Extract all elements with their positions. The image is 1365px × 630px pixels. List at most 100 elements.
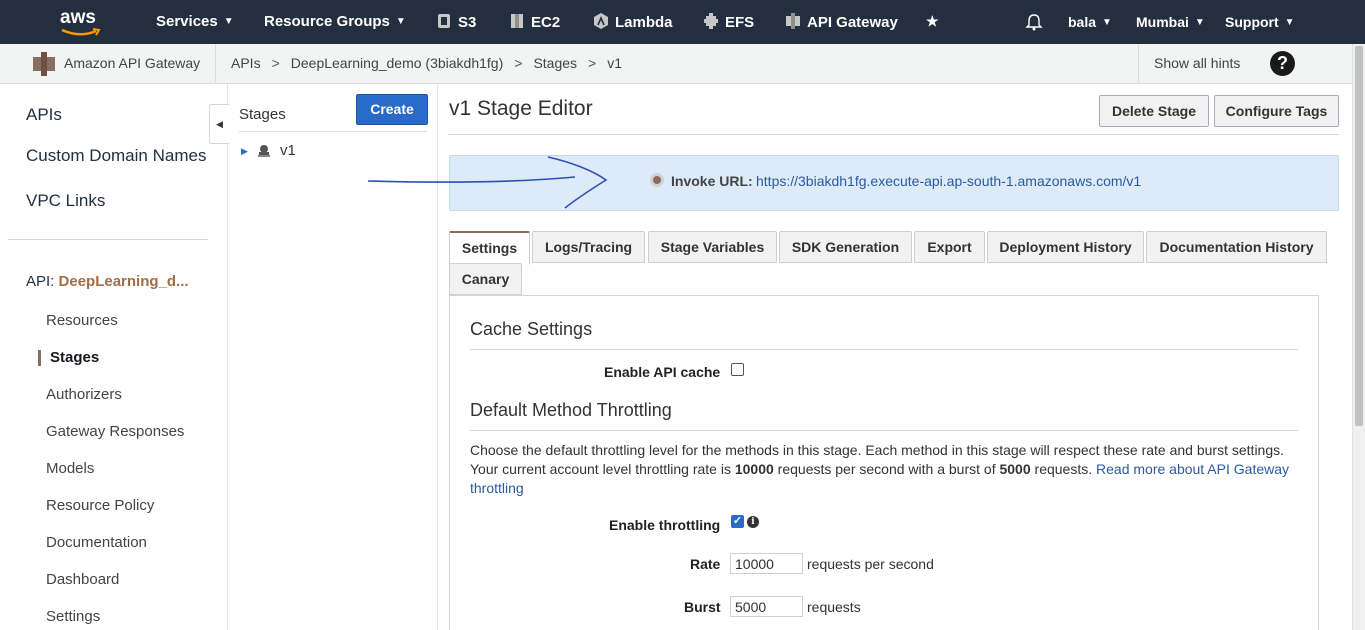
- tab-documentation-history[interactable]: Documentation History: [1146, 231, 1327, 263]
- breadcrumb-separator: >: [271, 55, 280, 71]
- chevron-down-icon: ▼: [223, 16, 234, 27]
- invoke-url-label: Invoke URL:: [671, 173, 753, 189]
- section-divider: [470, 349, 1298, 350]
- stage-icon: [258, 145, 270, 157]
- sidebar-item-gateway-responses[interactable]: Gateway Responses: [46, 423, 184, 440]
- page-scrollbar[interactable]: [1352, 44, 1365, 630]
- expand-caret-icon[interactable]: ▶: [241, 146, 248, 157]
- shortcut-efs[interactable]: EFS: [704, 13, 754, 31]
- shortcut-label: S3: [458, 14, 477, 31]
- breadcrumb-separator: >: [588, 55, 597, 71]
- default-throttling-title: Default Method Throttling: [470, 400, 672, 420]
- breadcrumb-bar: Amazon API Gateway APIs > DeepLearning_dem…: [0, 44, 1352, 84]
- rate-input[interactable]: [730, 553, 803, 574]
- sidebar-api-title[interactable]: API: DeepLearning_d...: [26, 273, 189, 290]
- lambda-service-icon: [594, 13, 608, 29]
- help-icon[interactable]: ?: [1270, 51, 1295, 76]
- info-icon[interactable]: i: [747, 516, 759, 528]
- top-navigation-bar: aws Services ▼ Resource Groups ▼ S3 EC2 La…: [0, 0, 1365, 44]
- sidebar-item-stages[interactable]: Stages: [50, 349, 99, 366]
- sidebar-item-settings[interactable]: Settings: [46, 608, 100, 625]
- tab-logs-tracing[interactable]: Logs/Tracing: [532, 231, 645, 263]
- collapse-sidebar-button[interactable]: ◀: [209, 104, 229, 144]
- service-brand[interactable]: Amazon API Gateway: [0, 44, 216, 84]
- resource-groups-label: Resource Groups: [264, 13, 390, 30]
- section-divider: [470, 430, 1298, 431]
- status-dot-icon: [650, 173, 664, 187]
- shortcut-lambda[interactable]: Lambda: [594, 13, 673, 31]
- description-text: requests per second with a burst of: [773, 461, 1000, 477]
- active-indicator: [38, 350, 41, 366]
- chevron-down-icon: ▼: [1194, 17, 1205, 28]
- sidebar-item-resource-policy[interactable]: Resource Policy: [46, 497, 154, 514]
- region-name: Mumbai: [1136, 14, 1189, 30]
- services-label: Services: [156, 13, 218, 30]
- title-divider: [449, 134, 1339, 135]
- stage-tree-item-v1[interactable]: v1: [280, 142, 296, 159]
- shortcut-s3[interactable]: S3: [437, 13, 476, 31]
- show-all-hints-button[interactable]: Show all hints: [1138, 44, 1253, 84]
- breadcrumb-api[interactable]: DeepLearning_demo (3biakdh1fg): [291, 55, 503, 71]
- enable-api-cache-label: Enable API cache: [604, 364, 721, 380]
- page-title: v1 Stage Editor: [449, 97, 593, 120]
- region-menu[interactable]: Mumbai ▼: [1136, 14, 1205, 30]
- api-gateway-service-icon: [786, 13, 800, 29]
- description-text: Your current account level throttling ra…: [470, 461, 735, 477]
- settings-panel: Cache Settings Enable API cache Default …: [449, 295, 1319, 630]
- sidebar: APIs Custom Domain Names VPC Links API: …: [0, 84, 228, 630]
- breadcrumb-separator: >: [514, 55, 523, 71]
- enable-throttling-checkbox[interactable]: ✓: [731, 515, 744, 528]
- tab-stage-variables[interactable]: Stage Variables: [648, 231, 777, 263]
- tab-canary[interactable]: Canary: [449, 263, 522, 295]
- chevron-down-icon: ▼: [395, 16, 406, 27]
- sidebar-link-vpc-links[interactable]: VPC Links: [26, 191, 105, 211]
- configure-tags-button[interactable]: Configure Tags: [1214, 95, 1339, 127]
- aws-logo[interactable]: aws: [60, 6, 104, 38]
- bell-icon[interactable]: [1025, 13, 1043, 31]
- resource-groups-menu[interactable]: Resource Groups ▼: [264, 13, 406, 30]
- user-name: bala: [1068, 14, 1097, 30]
- support-menu[interactable]: Support ▼: [1225, 14, 1295, 30]
- sidebar-item-documentation[interactable]: Documentation: [46, 534, 147, 551]
- tab-sdk-generation[interactable]: SDK Generation: [779, 231, 912, 263]
- rate-label: Rate: [690, 556, 721, 572]
- api-prefix: API:: [26, 273, 55, 290]
- tab-export[interactable]: Export: [914, 231, 985, 263]
- tab-deployment-history[interactable]: Deployment History: [987, 231, 1144, 263]
- shortcut-ec2[interactable]: EC2: [510, 13, 560, 31]
- description-text: requests.: [1030, 461, 1097, 477]
- breadcrumb-stage[interactable]: v1: [607, 55, 622, 71]
- annotation-arrow-icon: [367, 156, 608, 209]
- delete-stage-button[interactable]: Delete Stage: [1099, 95, 1209, 127]
- sidebar-link-apis[interactable]: APIs: [26, 105, 62, 125]
- services-menu[interactable]: Services ▼: [156, 13, 234, 30]
- support-label: Support: [1225, 14, 1279, 30]
- show-all-hints-label: Show all hints: [1154, 55, 1241, 71]
- stages-title: Stages: [239, 106, 286, 123]
- rate-unit: requests per second: [807, 556, 934, 572]
- breadcrumb-apis[interactable]: APIs: [231, 55, 261, 71]
- service-name: Amazon API Gateway: [64, 55, 201, 71]
- sidebar-item-dashboard[interactable]: Dashboard: [46, 571, 119, 588]
- tab-settings[interactable]: Settings: [449, 231, 530, 265]
- scrollbar-thumb[interactable]: [1355, 46, 1363, 426]
- ec2-service-icon: [511, 14, 523, 28]
- pin-icon[interactable]: ★: [926, 13, 939, 30]
- sidebar-item-models[interactable]: Models: [46, 460, 94, 477]
- shortcut-api-gateway[interactable]: API Gateway: [786, 13, 898, 31]
- chevron-left-icon: ◀: [216, 119, 223, 129]
- enable-api-cache-checkbox[interactable]: [731, 363, 744, 376]
- user-menu[interactable]: bala ▼: [1068, 14, 1112, 30]
- efs-service-icon: [704, 13, 718, 29]
- burst-unit: requests: [807, 599, 861, 615]
- burst-input[interactable]: [730, 596, 803, 617]
- sidebar-item-resources[interactable]: Resources: [46, 312, 118, 329]
- sidebar-item-authorizers[interactable]: Authorizers: [46, 386, 122, 403]
- invoke-url-link[interactable]: https://3biakdh1fg.execute-api.ap-south-…: [756, 173, 1141, 189]
- shortcut-label: Lambda: [615, 14, 673, 31]
- breadcrumb-stages[interactable]: Stages: [533, 55, 577, 71]
- sidebar-link-custom-domain-names[interactable]: Custom Domain Names: [26, 146, 206, 166]
- create-stage-button[interactable]: Create: [356, 94, 428, 125]
- enable-throttling-label: Enable throttling: [609, 517, 721, 533]
- account-rate-value: 10000: [734, 461, 774, 477]
